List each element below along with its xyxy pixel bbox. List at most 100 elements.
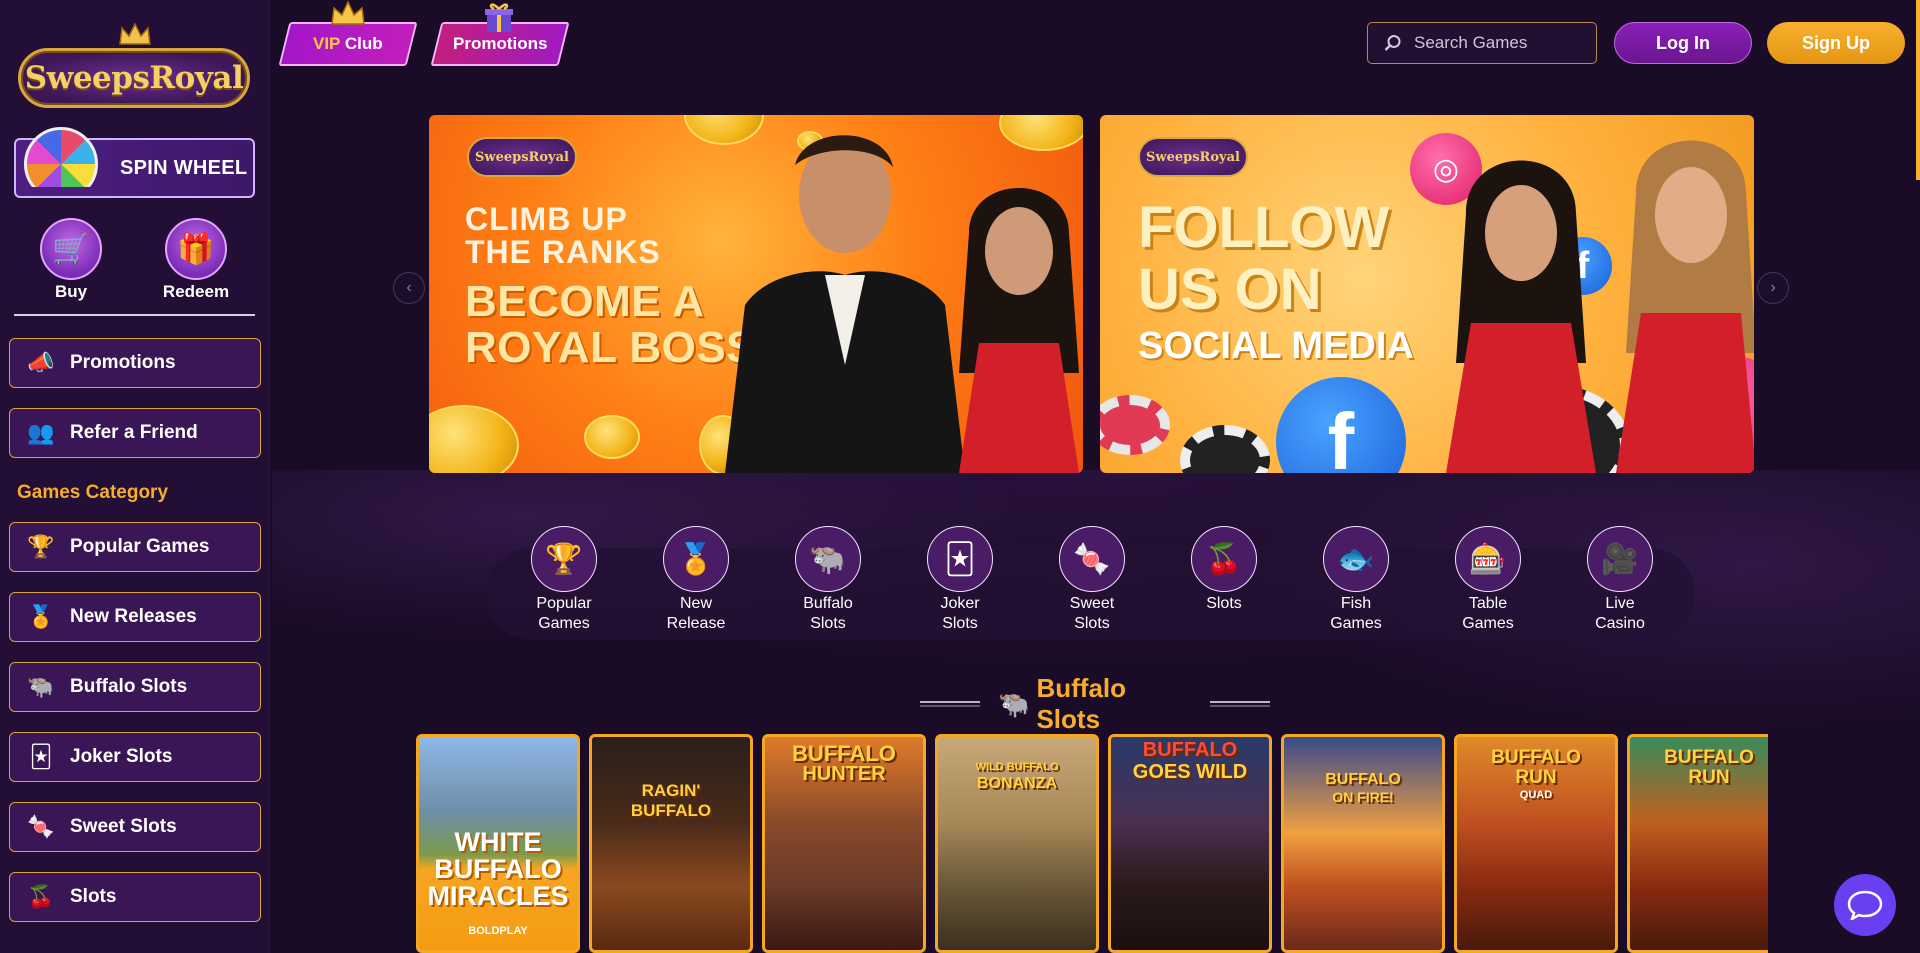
category-fish-games[interactable]: 🐟 Fish Games [1301,526,1411,634]
search-icon [1384,35,1401,51]
prize-wheel-icon [24,127,98,187]
promotions-tab-label: Promotions [452,34,548,53]
carousel-next-button[interactable]: › [1757,272,1789,304]
sidebar-item-label: Refer a Friend [70,422,198,443]
game-tile-wild-buffalo-bonanza[interactable]: WILD BUFFALO BONANZA [935,734,1099,953]
sidebar-item-promotions[interactable]: 📣 Promotions [9,338,261,388]
sidebar-item-label: Sweet Slots [70,816,177,837]
vip-club-tab[interactable]: VIP Club [278,22,418,66]
category-label: Popular [536,595,592,612]
category-label: Table [1468,595,1508,612]
game-tile-white-buffalo-miracles[interactable]: WHITE BUFFALO MIRACLES BOLDPLAY [416,734,580,953]
banner-headline-line: BECOME A [465,277,705,326]
promo-banner-follow-social[interactable]: SweepsRoyal FOLLOW US ON SOCIAL MEDIA f … [1100,115,1754,473]
crown-icon [331,0,365,25]
woman-in-red-dress-image [1446,160,1596,473]
category-joker-slots[interactable]: 🃏 Joker Slots [905,526,1015,634]
category-label: Release [666,615,726,632]
sidebar-item-popular-games[interactable]: 🏆 Popular Games [9,522,261,572]
category-slots[interactable]: 🍒 Slots [1169,526,1279,614]
megaphone-icon: 📣 [27,350,55,375]
category-table-games[interactable]: 🎰 Table Games [1433,526,1543,634]
game-title: RUN [1688,767,1730,788]
people-icon: 👥 [27,420,55,445]
cherry-icon: 🍒 [1191,526,1257,592]
buffalo-icon: 🐃 [998,688,1031,719]
game-title: MIRACLES [427,881,569,911]
sidebar-item-buffalo-slots[interactable]: 🐃 Buffalo Slots [9,662,261,712]
game-tile-buffalo-run[interactable]: BUFFALO RUN [1627,734,1768,953]
buy-button[interactable]: 🛒 Buy [31,218,111,302]
category-live-casino[interactable]: 🎥 Live Casino [1565,526,1675,634]
category-label: Sweet [1069,595,1115,612]
banner-logo: SweepsRoyal [1138,137,1248,177]
promo-banner-royal-boss[interactable]: SweepsRoyal CLIMB UP THE RANKS BECOME A … [429,115,1083,473]
game-tile-buffalo-run-quad[interactable]: BUFFALO RUN QUAD [1454,734,1618,953]
game-title: RAGIN' [641,781,701,800]
game-title: ON FIRE! [1332,789,1394,805]
category-label: Slots [810,615,846,632]
sidebar-divider [14,314,255,316]
game-title: BONANZA [977,775,1057,792]
sweepsroyal-logo[interactable]: SweepsRoyal [18,20,250,122]
category-sweet-slots[interactable]: 🍬 Sweet Slots [1037,526,1147,634]
buffalo-icon: 🐃 [27,674,55,699]
gold-coin-decoration [999,115,1083,151]
chevron-right-icon: › [1770,279,1776,296]
chevron-left-icon: ‹ [406,279,412,296]
poker-chip-decoration [1180,425,1270,473]
trophy-icon: 🏆 [531,526,597,592]
sidebar-item-refer-a-friend[interactable]: 👥 Refer a Friend [9,408,261,458]
game-tile-buffalo-on-fire[interactable]: BUFFALO ON FIRE! [1281,734,1445,953]
log-in-button[interactable]: Log In [1614,22,1752,64]
live-dealer-icon: 🎥 [1587,526,1653,592]
joker-icon: 🃏 [927,526,993,592]
candy-icon: 🍬 [1059,526,1125,592]
category-new-release[interactable]: 🏅 New Release [641,526,751,634]
game-tile-buffalo-hunter[interactable]: BUFFALO HUNTER [762,734,926,953]
sidebar-item-new-releases[interactable]: 🏅 New Releases [9,592,261,642]
carousel-prev-button[interactable]: ‹ [393,272,425,304]
category-popular-games[interactable]: 🏆 Popular Games [509,526,619,634]
game-title: BUFFALO [1491,747,1581,768]
category-buffalo-slots[interactable]: 🐃 Buffalo Slots [773,526,883,634]
sidebar-item-label: New Releases [70,606,197,627]
game-title: BUFFALO [1325,771,1401,788]
redeem-label: Redeem [162,282,230,301]
spin-wheel-button[interactable]: SPIN WHEEL [14,127,255,198]
game-title: RUN [1515,767,1557,788]
game-title: BUFFALO [434,854,562,884]
category-label: Casino [1595,615,1645,632]
sign-up-button[interactable]: Sign Up [1767,22,1905,64]
search-games-field[interactable] [1367,22,1597,64]
category-label: Slots [942,615,978,632]
banner-headline-line: FOLLOW [1138,195,1390,260]
category-label: Games [538,615,590,632]
gold-coin-decoration [584,415,640,459]
category-label: Slots [1206,595,1242,612]
redeem-button[interactable]: 🎁 Redeem [156,218,236,302]
woman-in-red-dress-image [959,188,1079,473]
table-icon: 🎰 [1455,526,1521,592]
crown-icon [119,22,151,45]
sidebar-item-sweet-slots[interactable]: 🍬 Sweet Slots [9,802,261,852]
title-divider-right [1209,701,1270,707]
banner-headline-line: SOCIAL MEDIA [1138,325,1414,367]
page-scrollbar[interactable] [1916,0,1920,180]
game-title: GOES WILD [1132,761,1248,783]
game-tile-ragin-buffalo[interactable]: RAGIN' BUFFALO [589,734,753,953]
category-label: Joker [940,595,980,612]
joker-icon: 🃏 [29,744,53,769]
game-title: WHITE [454,827,542,857]
game-title: QUAD [1519,789,1553,801]
game-tile-buffalo-goes-wild[interactable]: BUFFALO GOES WILD [1108,734,1272,953]
gold-coin-decoration [429,405,519,473]
new-badge-icon: 🏅 [27,604,55,629]
sidebar-item-slots[interactable]: 🍒 Slots [9,872,261,922]
sidebar-item-joker-slots[interactable]: 🃏 Joker Slots [9,732,261,782]
category-label: Slots [1074,615,1110,632]
live-chat-button[interactable] [1834,874,1896,936]
man-in-suit-image [725,135,965,473]
candy-icon: 🍬 [27,814,55,839]
search-input[interactable] [1414,33,1584,53]
